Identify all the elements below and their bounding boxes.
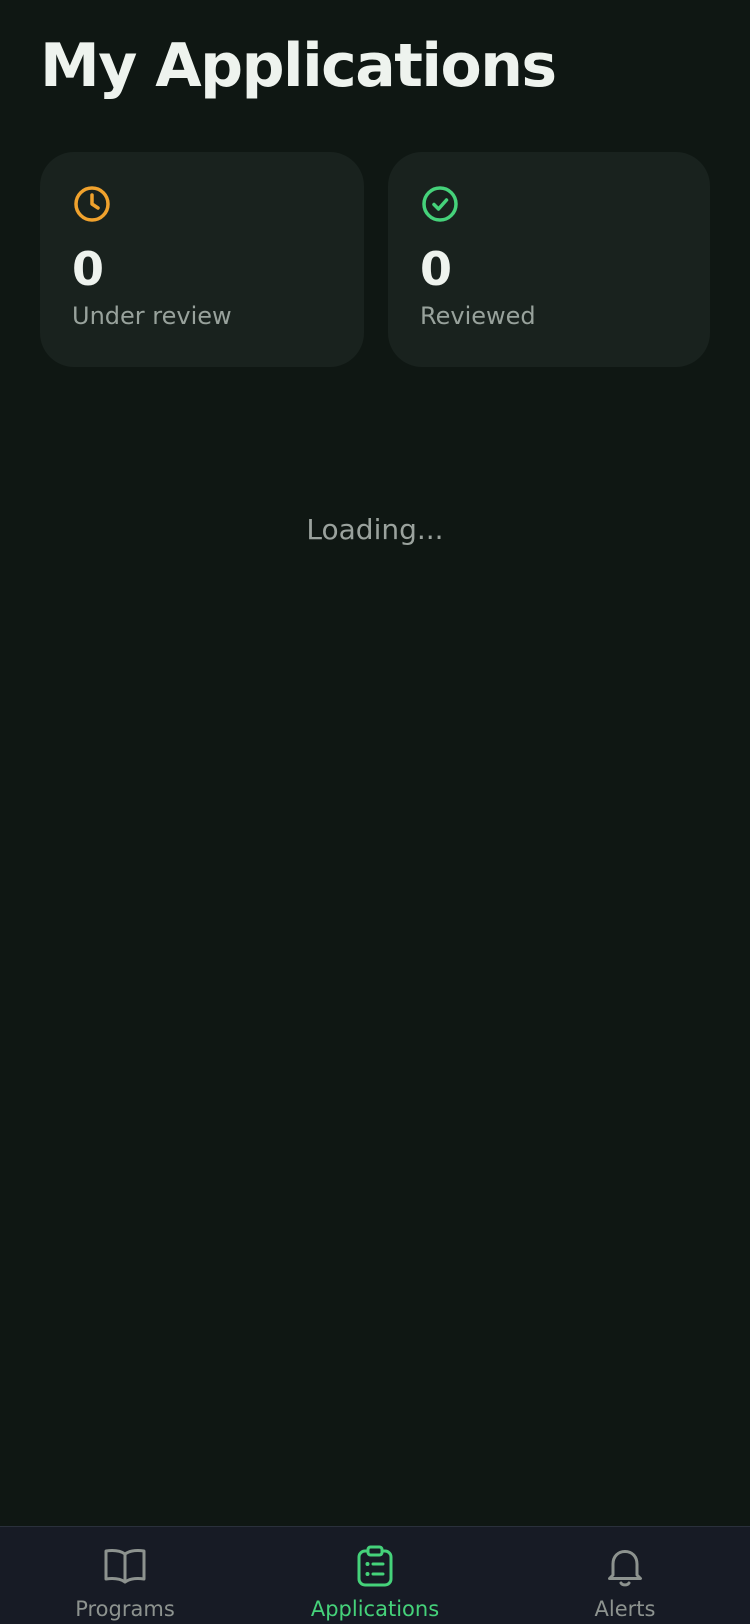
applications-screen: My Applications 0 Under review 0 Reviewe… xyxy=(0,0,750,1624)
nav-item-alerts[interactable]: Alerts xyxy=(500,1527,750,1624)
nav-label-alerts: Alerts xyxy=(594,1597,656,1621)
bottom-navigation: Programs Applications Alerts xyxy=(0,1526,750,1624)
nav-label-programs: Programs xyxy=(75,1597,175,1621)
page-title: My Applications xyxy=(40,31,557,101)
clock-icon xyxy=(74,186,110,222)
book-open-icon xyxy=(104,1549,146,1584)
under-review-card[interactable]: 0 Under review xyxy=(40,152,364,367)
reviewed-label: Reviewed xyxy=(420,302,536,330)
reviewed-count: 0 xyxy=(420,242,453,296)
nav-item-applications[interactable]: Applications xyxy=(250,1527,500,1624)
bell-icon xyxy=(608,1550,642,1587)
check-circle-icon xyxy=(422,186,458,222)
under-review-label: Under review xyxy=(72,302,232,330)
loading-indicator: Loading... xyxy=(306,513,444,546)
under-review-count: 0 xyxy=(72,242,105,296)
nav-item-programs[interactable]: Programs xyxy=(0,1527,250,1624)
clipboard-list-icon xyxy=(357,1545,393,1587)
reviewed-card[interactable]: 0 Reviewed xyxy=(388,152,710,367)
nav-label-applications: Applications xyxy=(310,1597,440,1621)
